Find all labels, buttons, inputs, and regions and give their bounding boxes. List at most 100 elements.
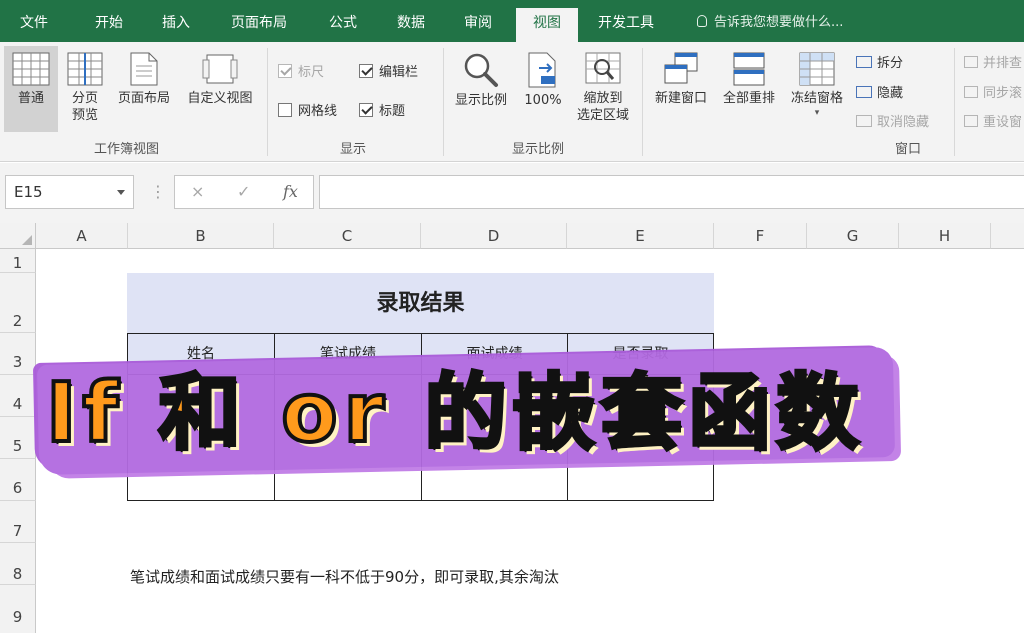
freeze-panes-dropdown-icon: ▾ [814, 108, 820, 118]
insert-function-icon[interactable]: fx [283, 176, 298, 208]
tab-file[interactable]: 文件 [20, 0, 48, 42]
custom-views-button[interactable]: 自定义视图 [180, 46, 260, 132]
formula-bar: E15 ⋮ × ✓ fx [0, 163, 1024, 223]
zoom-to-selection-icon [585, 52, 621, 84]
reset-window-position-button[interactable]: 重设窗 [964, 111, 1022, 130]
tab-home[interactable]: 开始 [95, 0, 123, 42]
formula-input[interactable] [319, 175, 1024, 209]
new-window-label: 新建窗口 [654, 91, 707, 106]
split-icon [856, 56, 872, 68]
tab-data[interactable]: 数据 [397, 0, 425, 42]
page-layout-icon [130, 52, 158, 86]
headings-checkbox[interactable]: 标题 [359, 100, 405, 119]
formula-bar-label: 编辑栏 [379, 65, 419, 80]
gridlines-checkbox[interactable]: 网格线 [278, 100, 337, 119]
unhide-button[interactable]: 取消隐藏 [856, 111, 929, 130]
row-header-4[interactable]: 4 [0, 375, 36, 417]
tab-formulas[interactable]: 公式 [329, 0, 357, 42]
unhide-label: 取消隐藏 [877, 115, 930, 130]
arrange-all-icon [733, 52, 765, 86]
page-layout-view-button[interactable]: 页面布局 [112, 46, 176, 132]
magnifier-icon [464, 53, 498, 87]
freeze-panes-label: 冻结窗格 [790, 91, 843, 106]
column-header-b[interactable]: B [128, 223, 274, 249]
tab-insert[interactable]: 插入 [162, 0, 190, 42]
rule-note[interactable]: 笔试成绩和面试成绩只要有一科不低于90分，即可录取,其余淘汰 [130, 566, 559, 587]
name-box-dropdown-icon[interactable] [117, 190, 125, 195]
select-all-button[interactable] [0, 223, 36, 249]
gridlines-label: 网格线 [298, 104, 338, 119]
group-separator [642, 48, 643, 156]
row-header-7[interactable]: 7 [0, 501, 36, 543]
row-header-1[interactable]: 1 [0, 249, 36, 273]
row-header-6[interactable]: 6 [0, 459, 36, 501]
group-separator [954, 48, 955, 156]
zoom-group-label: 显示比例 [512, 142, 565, 157]
ruler-checkbox[interactable]: 标尺 [278, 61, 324, 80]
page-break-preview-icon [67, 52, 103, 86]
formula-bar-grip-icon: ⋮ [150, 182, 166, 201]
tell-me-text: 告诉我您想要做什么... [714, 15, 844, 30]
sync-scroll-label: 同步滚 [983, 86, 1023, 101]
formula-bar-check-box [359, 64, 373, 78]
hide-button[interactable]: 隐藏 [856, 82, 903, 101]
group-separator [267, 48, 268, 156]
tab-review[interactable]: 审阅 [464, 0, 492, 42]
view-side-by-side-button[interactable]: 并排查 [964, 52, 1022, 71]
row-header-2[interactable]: 2 [0, 273, 36, 333]
column-header-next[interactable] [991, 223, 1024, 249]
cancel-entry-icon[interactable]: × [191, 176, 204, 208]
row-header-3[interactable]: 3 [0, 333, 36, 375]
column-header-a[interactable]: A [36, 223, 128, 249]
column-header-c[interactable]: C [274, 223, 421, 249]
new-window-icon [664, 52, 698, 84]
column-header-f[interactable]: F [714, 223, 807, 249]
row-header-8[interactable]: 8 [0, 543, 36, 585]
tell-me-search[interactable]: 告诉我您想要做什么... [697, 0, 843, 42]
group-separator [443, 48, 444, 156]
synchronous-scrolling-button[interactable]: 同步滚 [964, 82, 1022, 101]
zoom-to-selection-label: 缩放到 选定区域 [576, 91, 629, 123]
tab-page-layout[interactable]: 页面布局 [231, 0, 287, 42]
split-button[interactable]: 拆分 [856, 52, 903, 71]
table-title[interactable]: 录取结果 [127, 273, 714, 333]
ruler-check-box [278, 64, 292, 78]
show-group-label: 显示 [340, 142, 367, 157]
lightbulb-icon [697, 15, 707, 27]
row-header-9[interactable]: 9 [0, 585, 36, 633]
row-header-5[interactable]: 5 [0, 417, 36, 459]
zoom-to-selection-button[interactable]: 缩放到 选定区域 [570, 46, 636, 132]
ribbon-tab-bar: 文件 开始 插入 页面布局 公式 数据 审阅 视图 开发工具 告诉我您想要做什么… [0, 0, 1024, 42]
sync-scroll-icon [964, 86, 978, 98]
name-box[interactable]: E15 [5, 175, 134, 209]
column-header-e[interactable]: E [567, 223, 714, 249]
normal-view-button[interactable]: 普通 [4, 46, 58, 132]
column-header-h[interactable]: H [899, 223, 991, 249]
new-window-button[interactable]: 新建窗口 [648, 46, 714, 132]
tab-developer[interactable]: 开发工具 [598, 0, 654, 42]
arrange-all-label: 全部重排 [722, 91, 775, 106]
tab-view[interactable]: 视图 [516, 8, 578, 42]
zoom-100-label: 100% [524, 93, 562, 108]
formula-bar-checkbox[interactable]: 编辑栏 [359, 61, 418, 80]
page-break-preview-button[interactable]: 分页 预览 [62, 46, 108, 132]
formula-buttons: × ✓ fx [174, 175, 314, 209]
freeze-panes-button[interactable]: 冻结窗格 ▾ [784, 46, 850, 136]
zoom-100-icon [528, 52, 556, 88]
arrange-all-button[interactable]: 全部重排 [716, 46, 782, 132]
reset-position-label: 重设窗 [983, 115, 1023, 130]
hide-window-icon [856, 86, 872, 98]
name-box-value: E15 [14, 183, 43, 201]
reset-position-icon [964, 115, 978, 127]
custom-views-icon [202, 54, 238, 84]
confirm-entry-icon[interactable]: ✓ [237, 176, 250, 208]
headings-check-box [359, 103, 373, 117]
hide-label: 隐藏 [877, 86, 904, 101]
custom-views-label: 自定义视图 [187, 91, 253, 106]
zoom-button[interactable]: 显示比例 [447, 46, 515, 132]
side-by-side-icon [964, 56, 978, 68]
window-group-label: 窗口 [895, 142, 922, 157]
column-header-d[interactable]: D [421, 223, 567, 249]
column-header-g[interactable]: G [807, 223, 899, 249]
zoom-100-button[interactable]: 100% [518, 46, 568, 132]
